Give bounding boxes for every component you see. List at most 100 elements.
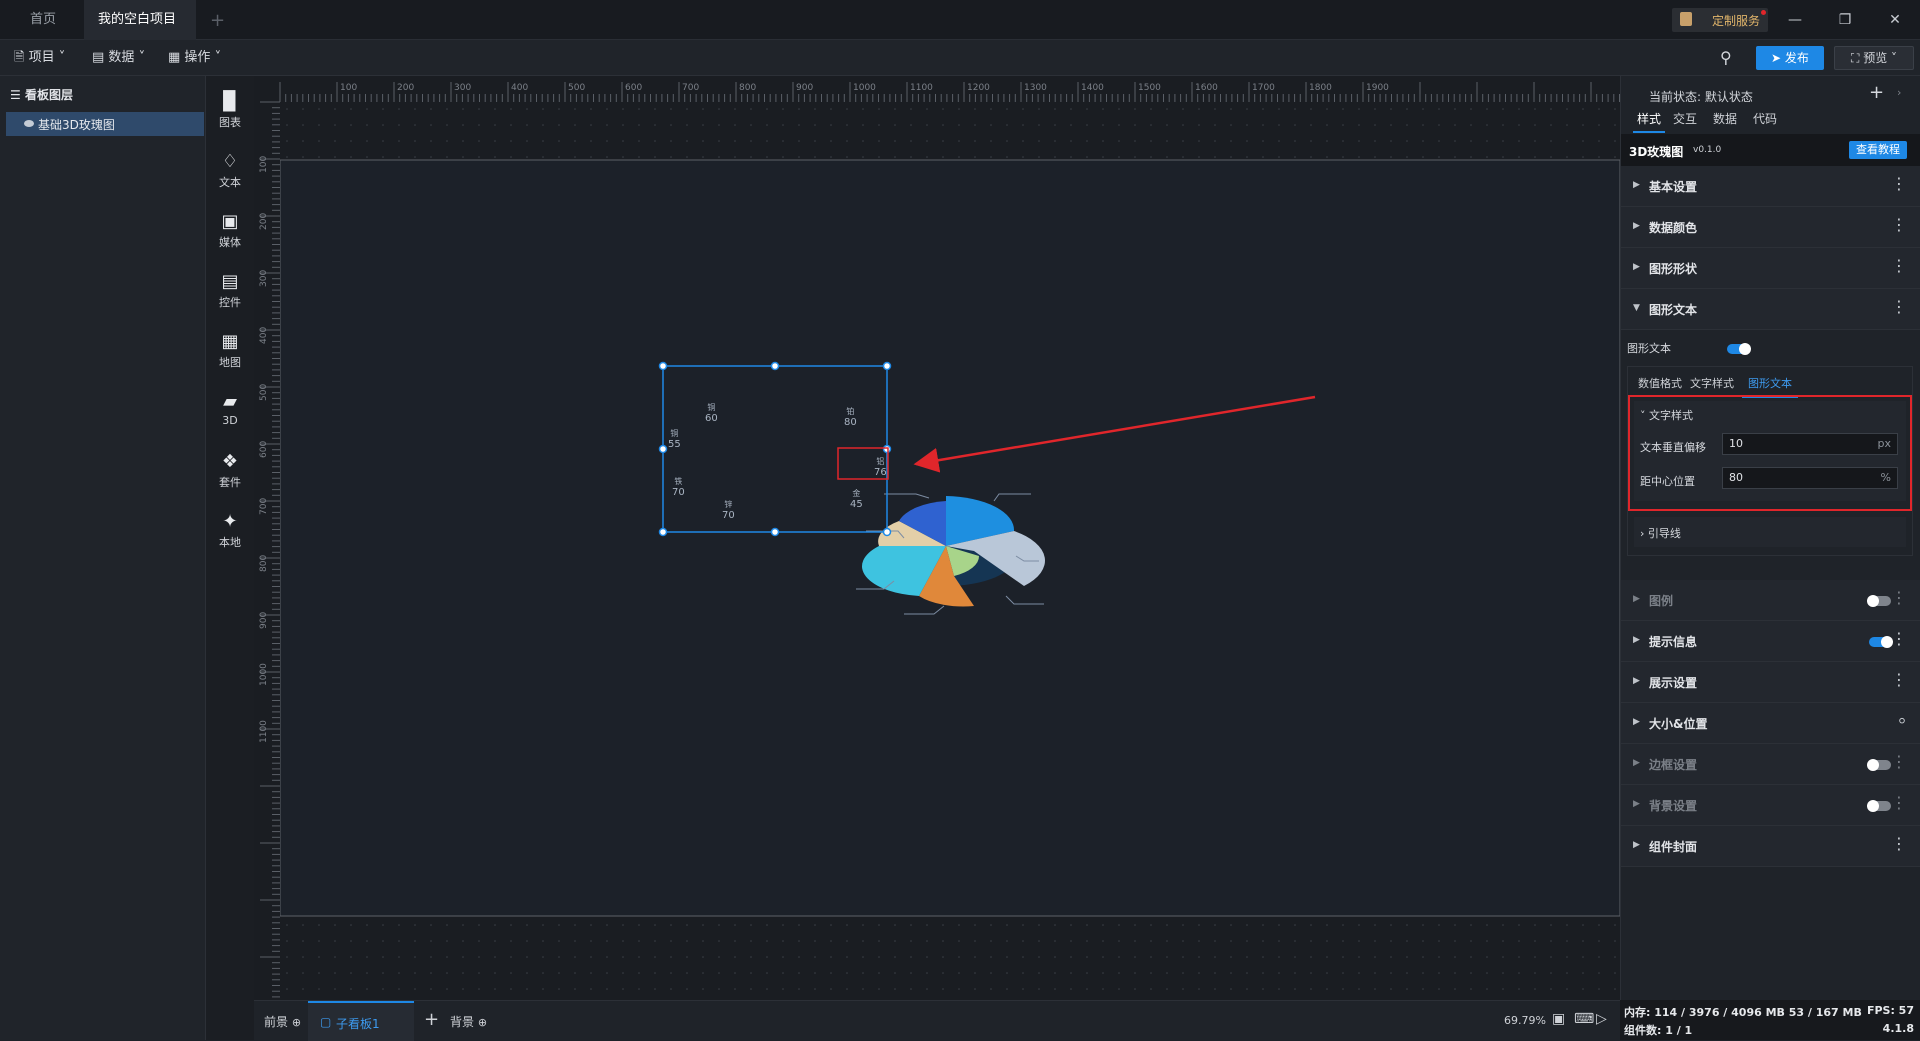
section-data-color[interactable]: ▶ 数据颜色 ⋮ bbox=[1621, 207, 1920, 248]
kebab-icon[interactable]: ⋮ bbox=[1891, 176, 1907, 192]
tool-chart[interactable]: ▉ 图表 bbox=[206, 84, 254, 142]
center-pos-input[interactable]: 80% bbox=[1722, 467, 1898, 489]
guide-line-group[interactable]: › 引导线 bbox=[1634, 517, 1906, 547]
tool-kit[interactable]: ❖ 套件 bbox=[206, 444, 254, 502]
chevron-right-icon[interactable]: › bbox=[1897, 86, 1901, 99]
ruler-label: 800 bbox=[259, 555, 269, 572]
subtab-panel: 数值格式 文字样式 图形文本 ˅ 文字样式 文本垂直偏移 10 px 距中心位置 … bbox=[1627, 366, 1913, 556]
legend-toggle[interactable] bbox=[1867, 595, 1891, 607]
component-toolbar: ▉ 图表 ♢ 文本 ▣ 媒体 ▤ 控件 ▦ 地图 ▰ 3D ❖ 套件 ✦ 本地 bbox=[206, 76, 254, 1040]
fit-screen-icon[interactable]: ▣ bbox=[1552, 1011, 1565, 1027]
zoom-level[interactable]: 69.79% bbox=[1504, 1014, 1546, 1027]
subtab-number-format[interactable]: 数值格式 bbox=[1638, 375, 1682, 391]
vertical-offset-input[interactable]: 10 px bbox=[1722, 433, 1898, 455]
canvas-area[interactable]: 100 200 300 400 500 600 700 800 900 1000 1100 1200 1… bbox=[254, 76, 1620, 1000]
background-toggle[interactable] bbox=[1867, 800, 1891, 812]
status-bar: 内存: 114 / 3976 / 4096 MB 53 / 167 MB FPS… bbox=[1620, 1000, 1920, 1040]
kebab-icon[interactable]: ⋮ bbox=[1891, 299, 1907, 315]
section-basic[interactable]: ▶ 基本设置 ⋮ bbox=[1621, 166, 1920, 207]
tooltip-toggle[interactable] bbox=[1869, 636, 1893, 648]
section-shape-text[interactable]: ▼ 图形文本 ⋮ bbox=[1621, 289, 1920, 330]
section-data-color-label: 数据颜色 bbox=[1649, 221, 1698, 235]
border-toggle[interactable] bbox=[1867, 759, 1891, 771]
terminal-icon[interactable]: ▷ bbox=[1596, 1011, 1607, 1027]
add-state-icon[interactable]: + bbox=[1869, 82, 1884, 103]
kebab-icon[interactable]: ⋮ bbox=[1891, 631, 1907, 647]
tool-text[interactable]: ♢ 文本 bbox=[206, 144, 254, 202]
tab-style[interactable]: 样式 bbox=[1633, 110, 1666, 133]
tab-home-label: 首页 bbox=[29, 12, 56, 27]
menu-data-label: 数据 bbox=[108, 50, 135, 65]
tool-control[interactable]: ▤ 控件 bbox=[206, 264, 254, 322]
tool-map[interactable]: ▦ 地图 bbox=[206, 324, 254, 382]
kebab-icon[interactable]: ⋮ bbox=[1891, 754, 1907, 770]
tab-foreground[interactable]: 前景 ⊕ bbox=[264, 1013, 301, 1030]
chart-label-name: 金 bbox=[852, 489, 861, 498]
component-header: 3D玫瑰图 v0.1.0 查看教程 bbox=[1621, 134, 1920, 166]
kebab-icon[interactable]: ⋮ bbox=[1891, 217, 1907, 233]
keyboard-icon[interactable]: ⌨ bbox=[1574, 1011, 1594, 1027]
tab-background[interactable]: 背景 ⊕ bbox=[450, 1013, 487, 1030]
preview-button[interactable]: ⛶ 预览 ˅ bbox=[1834, 46, 1914, 70]
board-tabs-bar: 前景 ⊕ ▢ 子看板1 + 背景 ⊕ 69.79% ▣ ⌨ ▷ bbox=[254, 1000, 1620, 1041]
section-size-position[interactable]: ▶ 大小&位置 ⚪ bbox=[1621, 703, 1920, 744]
tab-sub-board[interactable]: ▢ 子看板1 bbox=[308, 1001, 414, 1041]
section-border[interactable]: ▶ 边框设置 ⋮ bbox=[1621, 744, 1920, 785]
tab-code[interactable]: 代码 bbox=[1753, 110, 1777, 127]
section-legend[interactable]: ▶ 图例 ⋮ bbox=[1621, 580, 1920, 621]
text-style-header[interactable]: ˅ 文字样式 bbox=[1640, 407, 1693, 423]
tab-project[interactable]: 我的空白项目 bbox=[84, 0, 196, 64]
new-tab-icon[interactable]: + bbox=[210, 10, 225, 31]
kebab-icon[interactable]: ⋮ bbox=[1891, 795, 1907, 811]
section-display[interactable]: ▶ 展示设置 ⋮ bbox=[1621, 662, 1920, 703]
cube-icon: ▰ bbox=[223, 391, 237, 412]
minimize-icon[interactable]: — bbox=[1770, 0, 1820, 40]
publish-button[interactable]: ➤ 发布 bbox=[1756, 46, 1824, 70]
section-shape[interactable]: ▶ 图形形状 ⋮ bbox=[1621, 248, 1920, 289]
kebab-icon[interactable]: ⋮ bbox=[1891, 258, 1907, 274]
tab-data[interactable]: 数据 bbox=[1713, 110, 1737, 127]
restore-icon[interactable]: ❐ bbox=[1820, 0, 1870, 40]
section-display-label: 展示设置 bbox=[1649, 676, 1698, 690]
kebab-icon[interactable]: ⋮ bbox=[1891, 672, 1907, 688]
layer-item[interactable]: 基础3D玫瑰图 bbox=[6, 112, 204, 136]
kebab-icon[interactable]: ⋮ bbox=[1891, 836, 1907, 852]
ruler-label: 600 bbox=[625, 83, 642, 93]
tutorial-button[interactable]: 查看教程 bbox=[1849, 141, 1907, 159]
close-icon[interactable]: ✕ bbox=[1870, 0, 1920, 40]
search-icon[interactable]: ⚲ bbox=[1720, 48, 1740, 68]
ruler-label: 1800 bbox=[1309, 83, 1332, 93]
chart-label-value: 70 bbox=[722, 510, 735, 521]
add-circle-icon[interactable]: ⊕ bbox=[292, 1016, 301, 1029]
shape-text-toggle[interactable] bbox=[1727, 343, 1751, 355]
ruler-label: 700 bbox=[682, 83, 699, 93]
section-tooltip-label: 提示信息 bbox=[1649, 635, 1698, 649]
menu-data[interactable]: ▤ 数据 ˅ bbox=[92, 40, 145, 76]
section-cover[interactable]: ▶ 组件封面 ⋮ bbox=[1621, 826, 1920, 867]
custom-service-button[interactable]: 定制服务 bbox=[1672, 8, 1768, 32]
properties-panel: 当前状态: 默认状态 + › 样式 交互 数据 代码 3D玫瑰图 v0.1.0 … bbox=[1620, 76, 1920, 1000]
toggle-knob bbox=[1739, 343, 1751, 355]
menu-project[interactable]: 🗎 项目 ˅ bbox=[14, 40, 65, 76]
chart-label-value: 55 bbox=[668, 439, 681, 450]
menu-operation[interactable]: ▦ 操作 ˅ bbox=[168, 40, 221, 76]
tool-3d[interactable]: ▰ 3D bbox=[206, 384, 254, 442]
vertical-offset-label: 文本垂直偏移 bbox=[1640, 441, 1706, 454]
tool-media[interactable]: ▣ 媒体 bbox=[206, 204, 254, 262]
kebab-icon[interactable]: ⋮ bbox=[1891, 590, 1907, 606]
add-board-icon[interactable]: + bbox=[424, 1009, 439, 1030]
section-background[interactable]: ▶ 背景设置 ⋮ bbox=[1621, 785, 1920, 826]
tab-interaction[interactable]: 交互 bbox=[1673, 110, 1697, 127]
ruler-label: 100 bbox=[340, 83, 357, 93]
ruler-label: 400 bbox=[259, 327, 269, 344]
caret-right-icon: ▶ bbox=[1633, 758, 1640, 768]
lock-icon[interactable]: ⚪ bbox=[1897, 713, 1907, 729]
add-circle-icon[interactable]: ⊕ bbox=[478, 1016, 487, 1029]
section-tooltip[interactable]: ▶ 提示信息 ⋮ bbox=[1621, 621, 1920, 662]
ruler-label: 300 bbox=[259, 270, 269, 287]
tool-local[interactable]: ✦ 本地 bbox=[206, 504, 254, 562]
text-style-group: ˅ 文字样式 文本垂直偏移 10 px 距中心位置 80% bbox=[1634, 401, 1906, 501]
tab-home[interactable]: 首页 bbox=[12, 0, 74, 40]
puzzle-icon: ✦ bbox=[222, 511, 238, 532]
subtab-text-style[interactable]: 文字样式 bbox=[1690, 375, 1734, 391]
